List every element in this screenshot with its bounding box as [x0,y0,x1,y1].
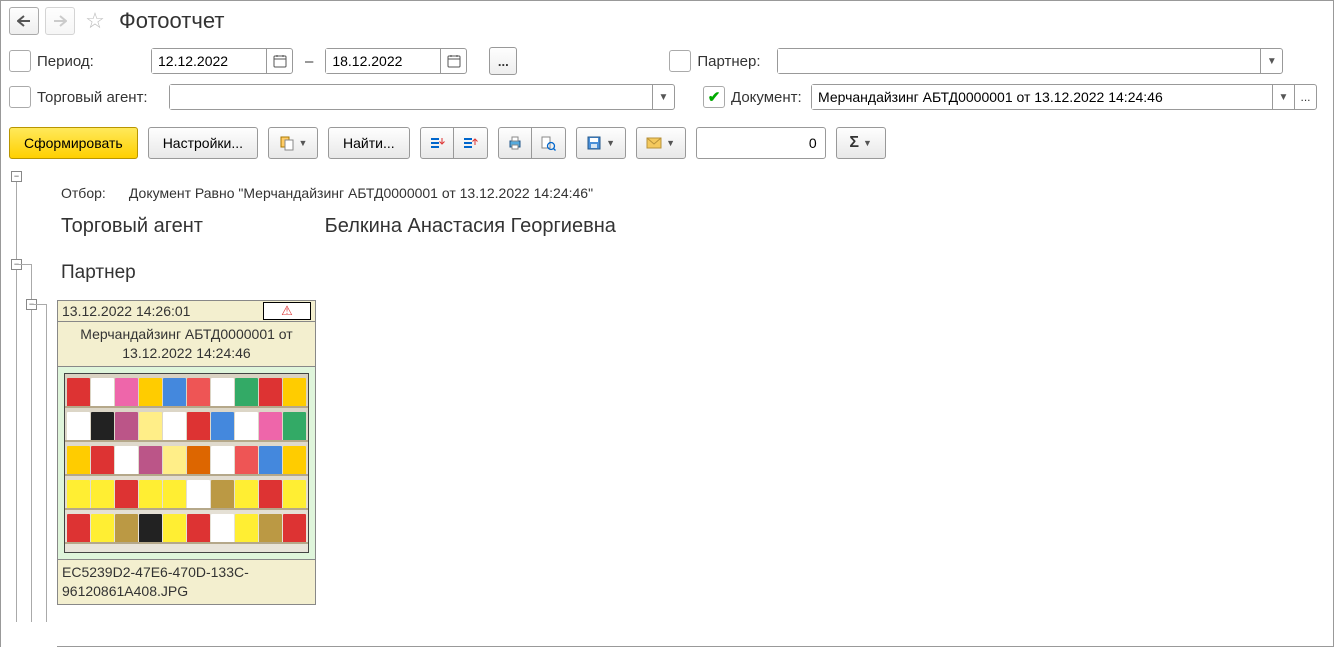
chevron-down-icon: ▼ [666,138,675,148]
agent-combo[interactable]: ▼ [169,84,675,110]
favorite-star-icon[interactable]: ☆ [81,7,109,35]
mail-icon [646,136,662,150]
card-filename: EC5239D2-47E6-470D-133C-96120861A408.JPG [57,560,316,605]
preview-icon [540,135,556,151]
document-combo[interactable]: ▼ ... [811,84,1317,110]
agent-checkbox[interactable] [9,86,31,108]
variants-icon [279,135,295,151]
photo-card: 13.12.2022 14:26:01 ⚠ Мерчандайзинг АБТД… [57,300,316,605]
collapse-toggle[interactable]: − [11,171,22,182]
print-button[interactable] [498,127,532,159]
generate-button[interactable]: Сформировать [9,127,138,159]
back-button[interactable] [9,7,39,35]
document-field[interactable] [812,85,1272,109]
chevron-down-icon: ▼ [606,138,615,148]
date-to-input[interactable] [325,48,467,74]
arrow-left-icon [17,15,31,27]
settings-button[interactable]: Настройки... [148,127,258,159]
date-from-input[interactable] [151,48,293,74]
save-button[interactable]: ▼ [576,127,626,159]
forward-button[interactable] [45,7,75,35]
card-timestamp: 13.12.2022 14:26:01 [62,303,190,319]
agent-field[interactable] [170,85,652,109]
agent-label: Торговый агент: [37,89,163,106]
period-label: Период: [37,53,145,70]
page-title: Фотоотчет [119,8,224,34]
print-preview-button[interactable] [532,127,566,159]
email-button[interactable]: ▼ [636,127,686,159]
partner-label: Партнер: [697,53,771,70]
date-from-field[interactable] [152,49,266,73]
partner-field[interactable] [778,49,1260,73]
calendar-icon[interactable] [266,49,292,73]
outline-gutter: − − − [1,165,57,654]
warning-badge: ⚠ [263,302,311,320]
sigma-icon: Σ [849,134,859,152]
partner-checkbox[interactable] [669,50,691,72]
filter-summary-text: Документ Равно "Мерчандайзинг АБТД000000… [129,185,593,201]
filter-summary: Отбор: Документ Равно "Мерчандайзинг АБТ… [57,165,1333,209]
partner-combo[interactable]: ▼ [777,48,1283,74]
chevron-down-icon[interactable]: ▼ [1260,49,1282,73]
variants-button[interactable]: ▼ [268,127,318,159]
photo-thumbnail[interactable] [64,373,309,553]
collapse-groups-button[interactable] [420,127,454,159]
diskette-icon [586,135,602,151]
collapse-icon [429,135,445,151]
ellipsis-button[interactable]: ... [1294,85,1316,109]
date-separator: – [299,53,319,70]
chevron-down-icon[interactable]: ▼ [652,85,674,109]
number-field[interactable] [696,127,826,159]
sum-button[interactable]: Σ ▼ [836,127,886,159]
period-more-button[interactable]: ... [489,47,517,75]
arrow-right-icon [53,15,67,27]
find-button[interactable]: Найти... [328,127,410,159]
expand-icon [462,135,478,151]
printer-icon [507,135,523,151]
document-checkbox[interactable] [703,86,725,108]
report-agent-value: Белкина Анастасия Георгиевна [325,215,616,237]
warning-icon: ⚠ [281,303,293,319]
calendar-icon[interactable] [440,49,466,73]
expand-groups-button[interactable] [454,127,488,159]
card-document: Мерчандайзинг АБТД0000001 от 13.12.2022 … [57,322,316,367]
document-label: Документ: [731,89,805,106]
chevron-down-icon[interactable]: ▼ [1272,85,1294,109]
period-checkbox[interactable] [9,50,31,72]
filter-summary-label: Отбор: [61,185,125,201]
chevron-down-icon: ▼ [863,138,872,148]
date-to-field[interactable] [326,49,440,73]
chevron-down-icon: ▼ [299,138,308,148]
report-agent-label: Торговый агент [61,215,321,238]
report-partner-label: Партнер [57,244,1333,294]
